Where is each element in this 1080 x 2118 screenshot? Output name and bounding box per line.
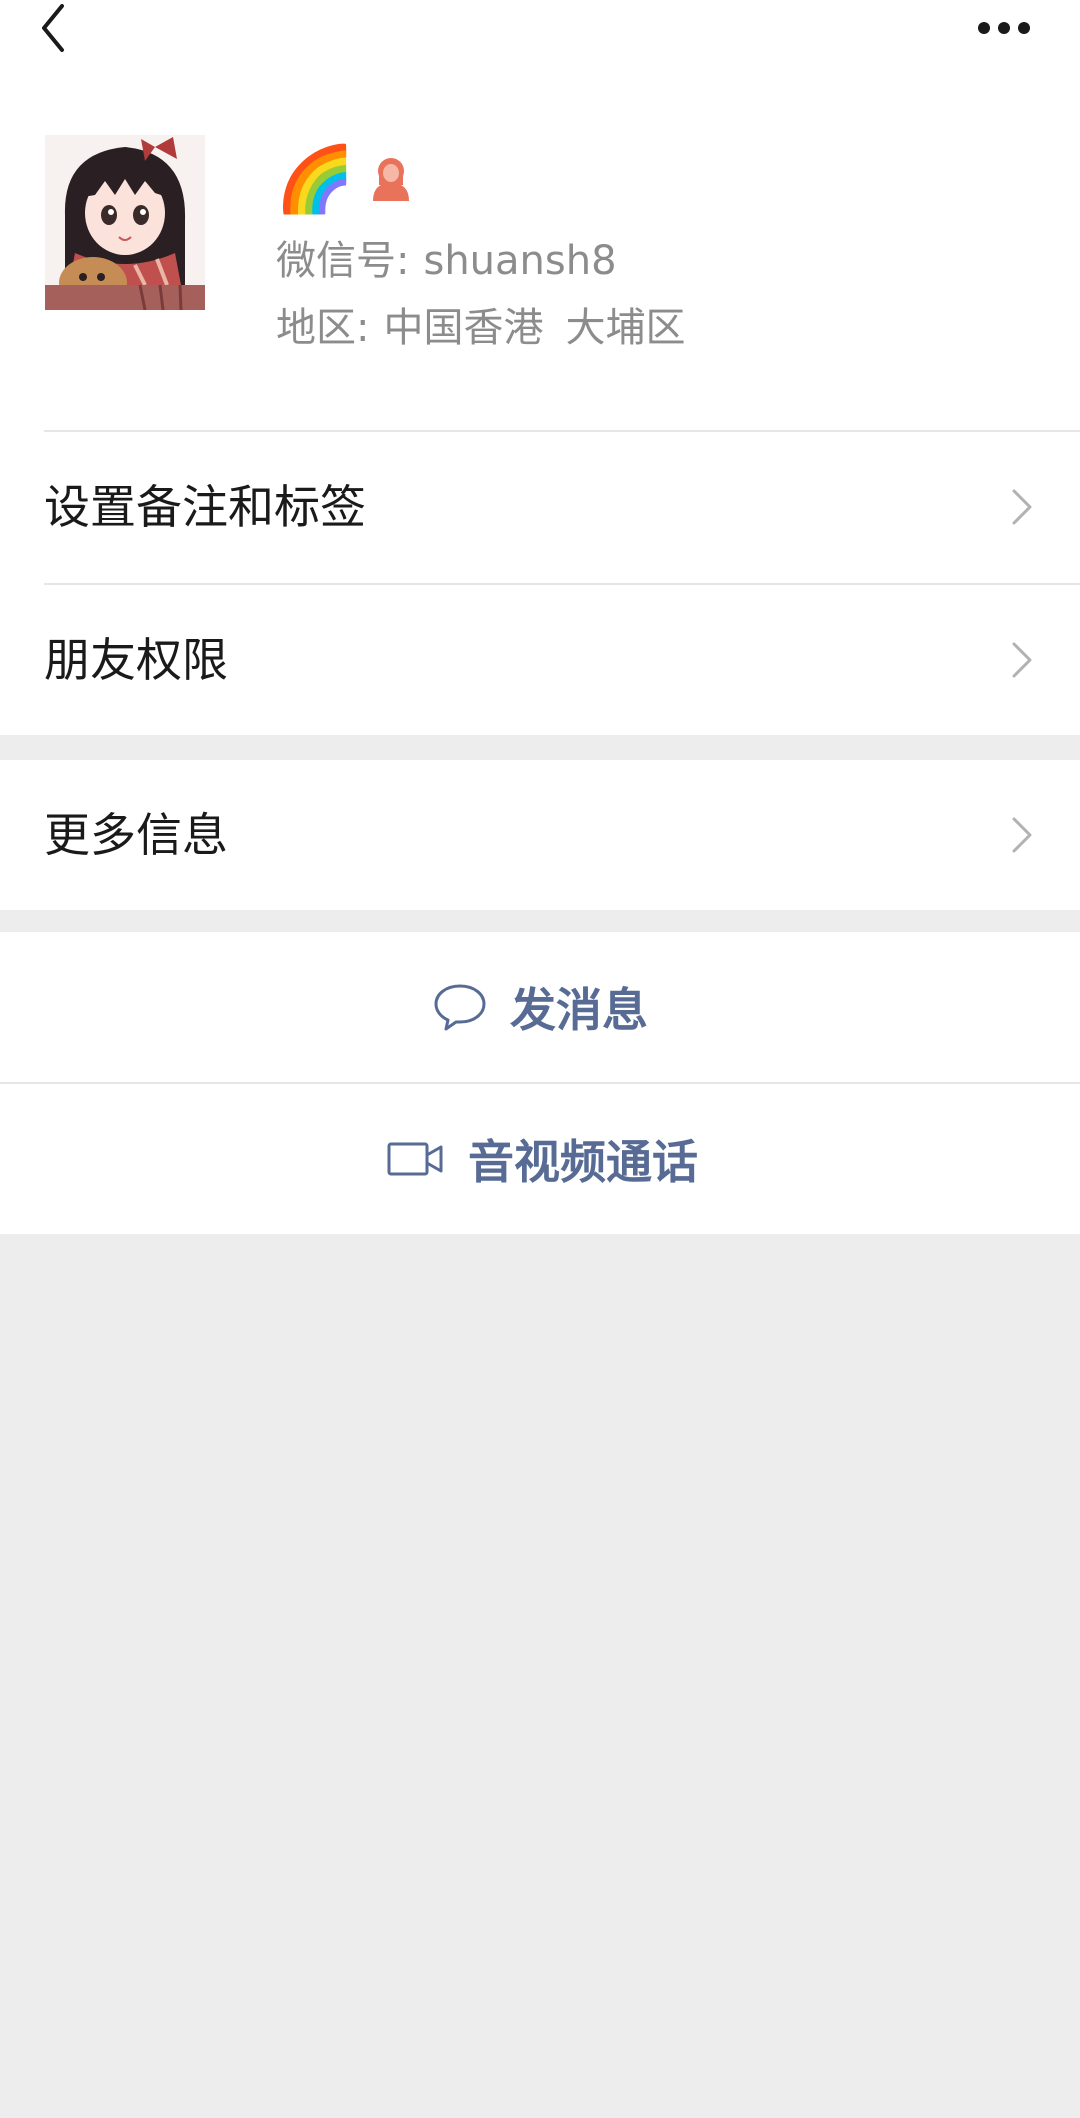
menu-group-1: 设置备注和标签 朋友权限 (0, 432, 1080, 735)
female-icon (372, 158, 409, 201)
send-message-label: 发消息 (510, 983, 648, 1037)
profile-header: 🌈 微信号: shuansh8 地区: 中国香港 大埔区 (0, 110, 1080, 432)
menu-group-2: 更多信息 (0, 760, 1080, 910)
name-row: 🌈 (275, 145, 413, 215)
chevron-right-icon (1012, 642, 1032, 678)
set-remark-tags-item[interactable]: 设置备注和标签 (0, 432, 1080, 582)
region-line: 地区: 中国香港 大埔区 (276, 295, 685, 353)
more-dots-icon (978, 22, 1030, 34)
back-button[interactable] (30, 0, 90, 60)
set-remark-tags-label: 设置备注和标签 (44, 480, 366, 534)
top-bar (0, 0, 1080, 110)
friend-permissions-label: 朋友权限 (44, 633, 228, 687)
region-district: 大埔区 (565, 305, 686, 351)
region-label: 地区: (276, 305, 370, 351)
av-call-label: 音视频通话 (468, 1135, 698, 1189)
send-message-content: 发消息 (432, 932, 648, 1082)
video-camera-icon (387, 1142, 443, 1176)
avatar[interactable] (45, 135, 205, 310)
wechat-id-label: 微信号: (276, 238, 410, 284)
nickname: 🌈 (275, 143, 355, 217)
chat-bubble-icon (434, 984, 486, 1031)
avatar-illustration-icon (45, 135, 205, 310)
chevron-right-icon (1012, 817, 1032, 853)
wechat-id-value: shuansh8 (423, 238, 617, 284)
region-country: 中国香港 (383, 305, 544, 351)
av-call-button[interactable]: 音视频通话 (0, 1084, 1080, 1234)
send-message-button[interactable]: 发消息 (0, 932, 1080, 1082)
chevron-right-icon (1012, 489, 1032, 525)
more-options-button[interactable] (966, 0, 1046, 60)
back-arrow-icon (42, 4, 64, 52)
friend-permissions-item[interactable]: 朋友权限 (0, 585, 1080, 735)
wechat-id-line: 微信号: shuansh8 (276, 228, 617, 286)
more-info-label: 更多信息 (44, 808, 228, 862)
av-call-content: 音视频通话 (386, 1084, 698, 1234)
more-info-item[interactable]: 更多信息 (0, 760, 1080, 910)
